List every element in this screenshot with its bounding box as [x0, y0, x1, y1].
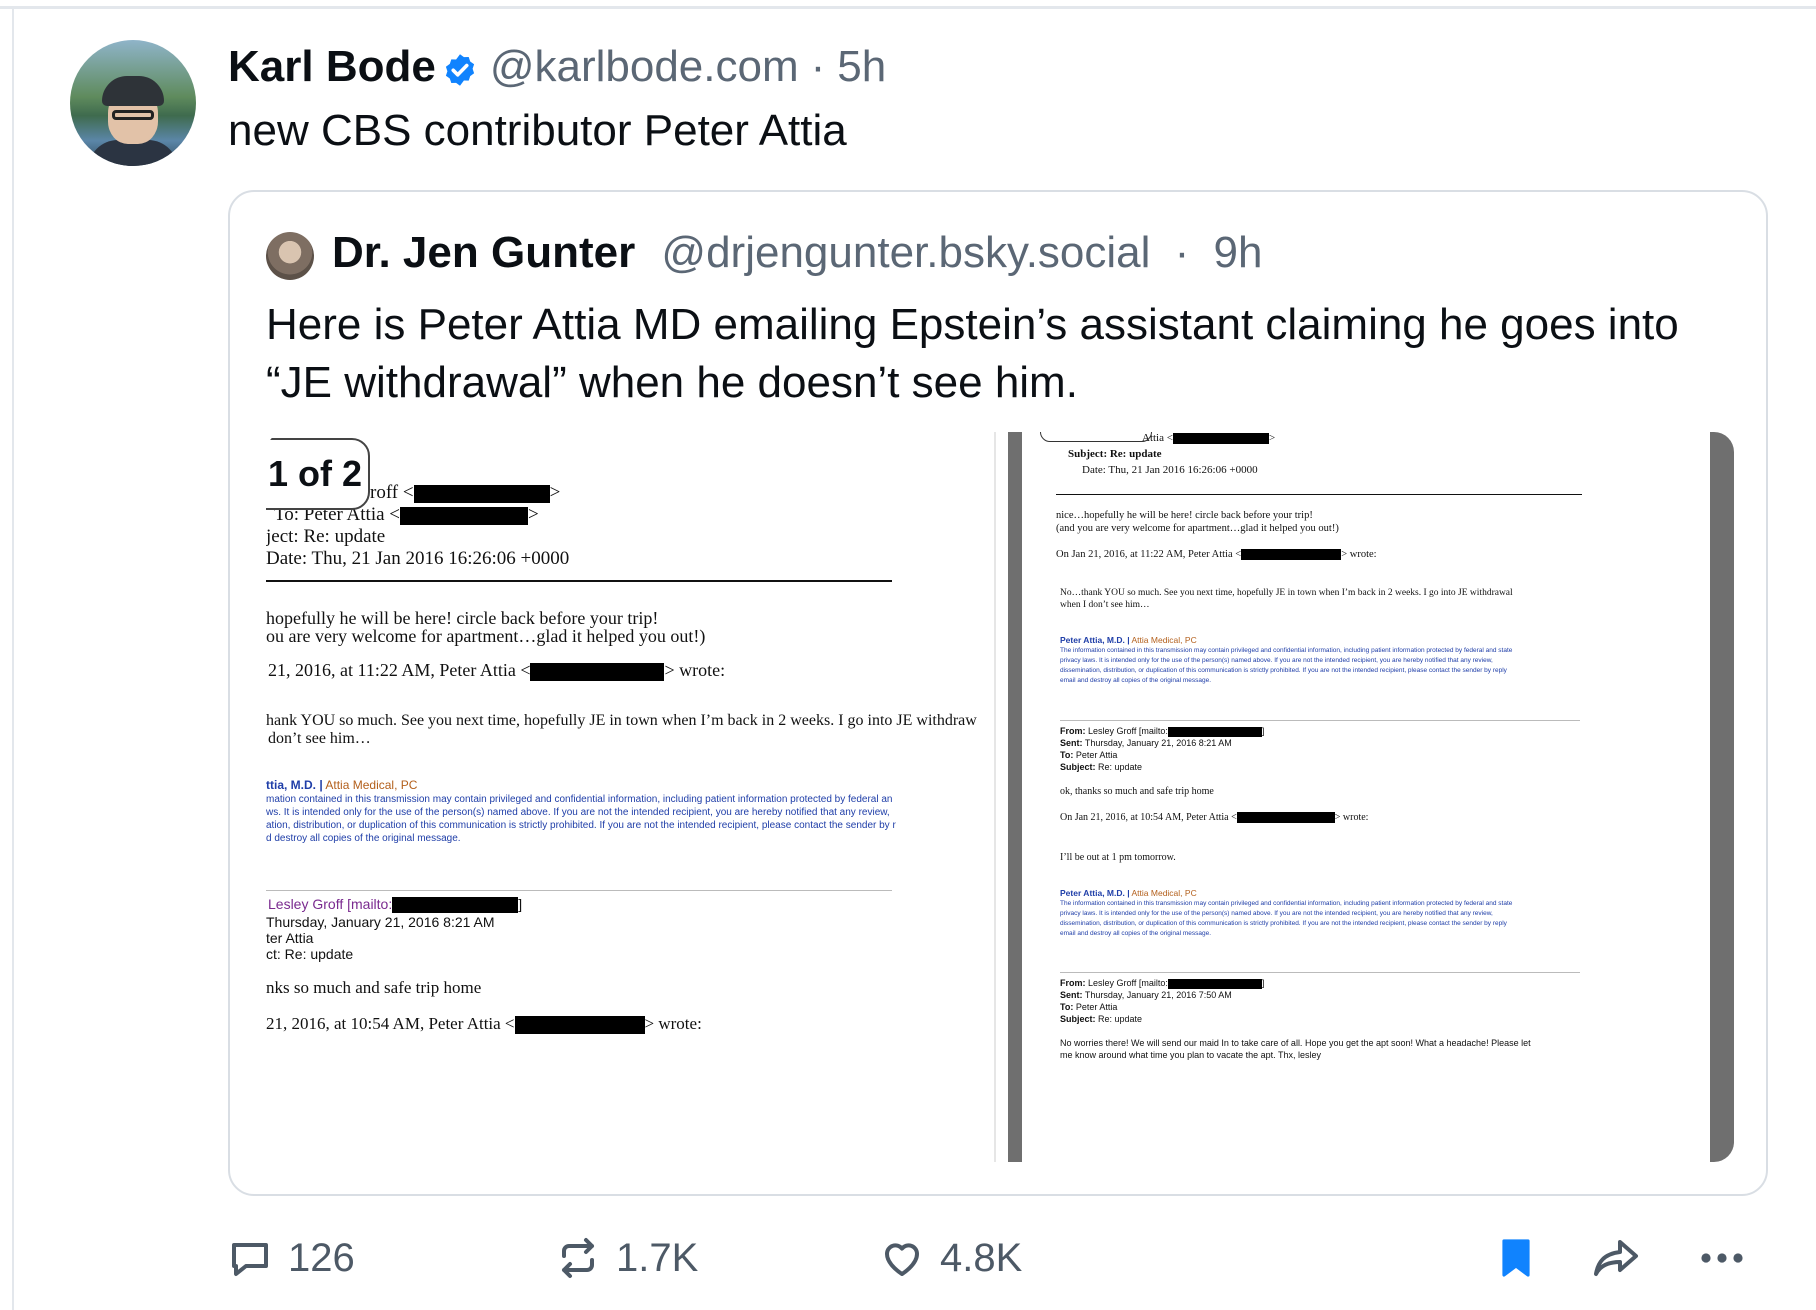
doc-r-to: Attia < > [1142, 432, 1276, 444]
page-tab [1040, 432, 1152, 442]
doc-date-line: Date: Thu, 21 Jan 2016 16:26:06 +0000 [266, 548, 570, 569]
doc-disclaimer-3: ation, distribution, or duplication of t… [266, 820, 896, 831]
author-handle[interactable]: @karlbode.com [490, 42, 799, 92]
avatar-cap [102, 76, 164, 106]
quoted-author-name[interactable]: Dr. Jen Gunter [332, 228, 635, 277]
quoted-post[interactable]: Dr. Jen Gunter @drjengunter.bsky.social … [228, 190, 1768, 1196]
post-author-line: Karl Bode @karlbode.com · 5h [228, 40, 886, 94]
doc-disclaimer-1: mation contained in this transmission ma… [266, 794, 893, 805]
doc-r-disc-2: privacy laws. It is intended only for th… [1060, 657, 1493, 664]
doc-r-body-1: nice…hopefully he will be here! circle b… [1056, 510, 1313, 521]
like-count: 4.8K [940, 1235, 1023, 1280]
doc-r-from-3: From: Lesley Groff [mailto:] [1060, 978, 1265, 989]
post-actions: 126 1.7K 4.8K [226, 1226, 1786, 1290]
reply-icon [232, 1243, 268, 1276]
doc-r-wrote-2: On Jan 21, 2016, at 10:54 AM, Peter Atti… [1060, 812, 1369, 824]
doc-disclaimer-2: ws. It is intended only for the use of t… [266, 807, 890, 818]
quoted-author-handle[interactable]: @drjengunter.bsky.social [661, 228, 1150, 277]
doc-r-subject-3: Subject: Re: update [1060, 1014, 1143, 1024]
doc-r-subject-2: Subject: Re: update [1060, 762, 1143, 772]
doc-r-rule-2 [1060, 720, 1580, 721]
repost-icon [562, 1238, 594, 1278]
repost-button[interactable]: 1.7K [554, 1226, 698, 1290]
doc-r-body-6: I’ll be out at 1 pm tomorrow. [1060, 852, 1176, 863]
doc-r-to-2: To: Peter Attia [1060, 750, 1118, 760]
doc-r-to-3: To: Peter Attia [1060, 1002, 1118, 1012]
image-gallery[interactable]: roff < > To: Peter Attia < > ject: Re: upd… [266, 432, 1734, 1162]
bookmark-button[interactable] [1492, 1226, 1540, 1290]
image-counter: 1 of 2 [266, 438, 370, 510]
email-image-2[interactable]: Attia < > Subject: Re: update Date: Thu, … [1008, 432, 1734, 1162]
post-text: new CBS contributor Peter Attia [228, 106, 847, 155]
doc-rule-2 [266, 890, 892, 891]
verified-badge-icon [442, 49, 478, 86]
doc-to-2: ter Attia [266, 930, 314, 946]
meta-separator: · [810, 42, 826, 91]
post-time[interactable]: 5h [837, 42, 886, 92]
doc-r-body-7: No worries there! We will send our maid … [1060, 1038, 1531, 1048]
doc-r-disc-7: dissemination, distribution, or duplicat… [1060, 920, 1507, 927]
doc-r-body-3: No…thank YOU so much. See you next time,… [1060, 588, 1513, 598]
doc-r-body-4: when I don’t see him… [1060, 600, 1150, 610]
doc-r-disc-6: privacy laws. It is intended only for th… [1060, 910, 1493, 917]
avatar-glasses [112, 110, 154, 120]
doc-r-body-5: ok, thanks so much and safe trip home [1060, 786, 1214, 797]
like-button[interactable]: 4.8K [878, 1226, 1022, 1290]
doc-disclaimer-4: d destroy all copies of the original mes… [266, 833, 461, 844]
reply-count: 126 [288, 1235, 355, 1280]
doc-r-disc-4: email and destroy all copies of the orig… [1060, 677, 1212, 684]
doc-r-body-2: (and you are very welcome for apartment…… [1056, 523, 1339, 534]
doc-r-rule [1056, 494, 1582, 495]
doc-wrote-1: 21, 2016, at 11:22 AM, Peter Attia < > wr… [268, 660, 726, 681]
quoted-author-line: Dr. Jen Gunter @drjengunter.bsky.social … [332, 228, 1262, 278]
gallery-gap [996, 432, 1008, 1162]
doc-r-date: Date: Thu, 21 Jan 2016 16:26:06 +0000 [1082, 464, 1258, 476]
reply-button[interactable]: 126 [226, 1226, 355, 1290]
doc-from-2: Lesley Groff [mailto:] [268, 896, 523, 914]
doc-body-2: ou are very welcome for apartment…glad i… [266, 626, 706, 646]
left-divider [12, 6, 14, 1310]
doc-r-wrote-1: On Jan 21, 2016, at 11:22 AM, Peter Atti… [1056, 549, 1377, 561]
doc-subject-line: ject: Re: update [266, 526, 386, 547]
more-icon [1701, 1253, 1743, 1263]
doc-signature: ttia, M.D. | Attia Medical, PC [266, 778, 418, 792]
doc-r-disc-1: The information contained in this transm… [1060, 647, 1513, 654]
doc-from-line: roff < > [370, 482, 561, 503]
repost-count: 1.7K [616, 1235, 699, 1280]
email-image-1[interactable]: roff < > To: Peter Attia < > ject: Re: upd… [266, 432, 996, 1162]
doc-r-body-8: me know around what time you plan to vac… [1060, 1050, 1321, 1060]
doc-body-4: don’t see him… [268, 730, 371, 747]
doc-body-5: nks so much and safe trip home [266, 978, 482, 997]
doc-wrote-2: 21, 2016, at 10:54 AM, Peter Attia < > wr… [266, 1014, 702, 1035]
quoted-author-avatar[interactable] [266, 232, 314, 280]
quoted-meta-separator: · [1174, 228, 1190, 277]
doc-rule [266, 580, 892, 582]
doc-sent-2: Thursday, January 21, 2016 8:21 AM [266, 914, 495, 930]
author-name[interactable]: Karl Bode [228, 42, 436, 92]
doc-r-signature-2: Peter Attia, M.D. | Attia Medical, PC [1060, 888, 1197, 898]
bookmark-icon [1502, 1239, 1530, 1277]
like-icon [885, 1243, 919, 1276]
doc-body-3: hank YOU so much. See you next time, hop… [266, 712, 977, 729]
doc-r-disc-8: email and destroy all copies of the orig… [1060, 930, 1212, 937]
top-divider [0, 6, 1816, 9]
doc-r-disc-5: The information contained in this transm… [1060, 900, 1513, 907]
email-page: Attia < > Subject: Re: update Date: Thu, … [1022, 432, 1710, 1162]
share-button[interactable] [1590, 1226, 1642, 1290]
doc-r-rule-3 [1060, 972, 1580, 973]
doc-subject-2: ct: Re: update [266, 946, 354, 962]
doc-r-sent-3: Sent: Thursday, January 21, 2016 7:50 AM [1060, 990, 1232, 1000]
doc-r-from-2: From: Lesley Groff [mailto:] [1060, 726, 1265, 737]
doc-r-sent-2: Sent: Thursday, January 21, 2016 8:21 AM [1060, 738, 1232, 748]
doc-r-disc-3: dissemination, distribution, or duplicat… [1060, 667, 1507, 674]
quoted-post-text: Here is Peter Attia MD emailing Epstein’… [266, 300, 1679, 407]
share-icon [1594, 1240, 1638, 1276]
author-avatar[interactable] [70, 40, 196, 166]
doc-r-subject: Subject: Re: update [1068, 448, 1162, 460]
quoted-post-time: 9h [1213, 228, 1263, 277]
doc-r-signature: Peter Attia, M.D. | Attia Medical, PC [1060, 635, 1197, 645]
more-options-button[interactable] [1696, 1226, 1748, 1290]
